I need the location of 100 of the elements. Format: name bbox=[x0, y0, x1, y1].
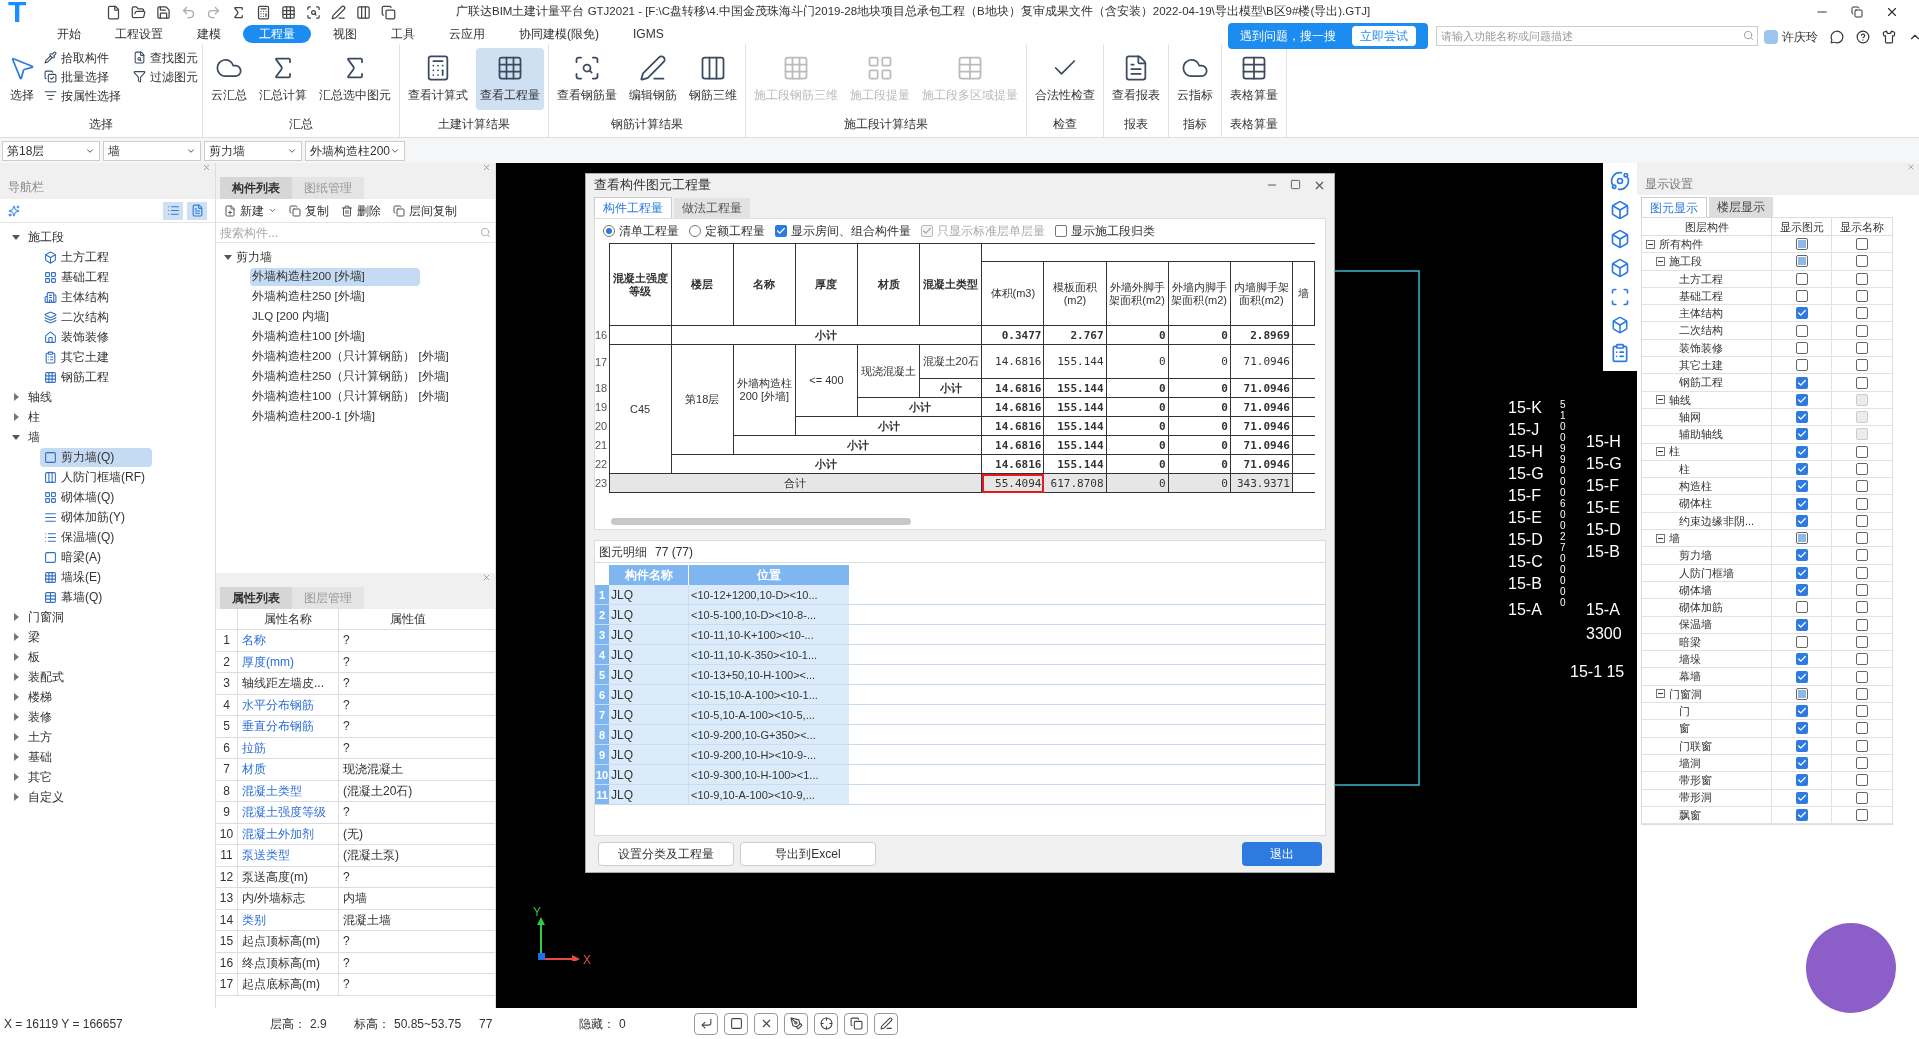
menu-tab[interactable]: 工具 bbox=[379, 25, 427, 43]
checkbox[interactable] bbox=[1795, 428, 1808, 441]
collapse-toggle[interactable] bbox=[1646, 239, 1655, 249]
checkbox[interactable] bbox=[1856, 687, 1868, 700]
component-item[interactable]: 外墙构造柱200 [外墙] bbox=[250, 268, 420, 286]
checkbox[interactable] bbox=[1795, 376, 1808, 389]
ribbon-button[interactable]: 过滤图元 bbox=[133, 67, 198, 86]
user-name[interactable]: 许庆玲 bbox=[1782, 28, 1818, 46]
dialog-tab[interactable]: 构件工程量 bbox=[594, 197, 672, 218]
checkbox[interactable] bbox=[1856, 722, 1868, 735]
property-value[interactable]: 现浇混凝土 bbox=[339, 759, 477, 780]
checkbox[interactable] bbox=[1795, 670, 1808, 683]
menu-tab[interactable]: 视图 bbox=[321, 25, 369, 43]
collapse-toggle[interactable] bbox=[1656, 533, 1665, 543]
property-value[interactable]: ? bbox=[339, 651, 477, 672]
collapse-toggle[interactable] bbox=[1656, 256, 1665, 266]
checkbox[interactable] bbox=[1795, 653, 1808, 666]
tree-item[interactable]: 暗梁(A) bbox=[40, 547, 152, 567]
dialog-button[interactable]: 退出 bbox=[1242, 842, 1322, 866]
checkbox[interactable] bbox=[1795, 393, 1808, 406]
message-icon[interactable] bbox=[1830, 30, 1844, 44]
snap-button[interactable] bbox=[814, 1012, 838, 1035]
dialog-button[interactable]: 设置分类及工程量 bbox=[598, 842, 734, 866]
menu-tab[interactable]: 工程设置 bbox=[103, 25, 175, 43]
checkbox[interactable] bbox=[1856, 480, 1868, 493]
property-value[interactable]: ? bbox=[339, 673, 477, 694]
checkbox[interactable] bbox=[1856, 635, 1868, 648]
collapse-toggle[interactable] bbox=[1656, 395, 1665, 405]
checkbox[interactable] bbox=[1795, 445, 1808, 458]
checkbox[interactable] bbox=[1856, 774, 1868, 787]
toolbar-button[interactable]: 复制 bbox=[289, 201, 329, 220]
checkbox[interactable] bbox=[1856, 463, 1868, 475]
caret-icon[interactable] bbox=[12, 713, 20, 721]
tree-item[interactable]: 土方 bbox=[28, 728, 52, 746]
ribbon-button[interactable]: 云汇总 bbox=[207, 48, 251, 110]
checkbox[interactable] bbox=[1795, 324, 1808, 337]
snap-button[interactable] bbox=[844, 1012, 868, 1035]
sparkle-icon[interactable] bbox=[8, 204, 20, 217]
ribbon-button[interactable]: 汇总选中图元 bbox=[315, 48, 395, 110]
menu-tab[interactable]: 协同建模(限免) bbox=[507, 25, 611, 43]
caret-icon[interactable] bbox=[12, 653, 20, 661]
component-item[interactable]: 外墙构造柱100（只计算钢筋） [外墙] bbox=[250, 388, 451, 406]
caret-icon[interactable] bbox=[12, 693, 20, 701]
tree-item[interactable]: 自定义 bbox=[28, 788, 64, 806]
property-value[interactable]: ? bbox=[339, 952, 477, 973]
component-item[interactable]: 外墙构造柱250（只计算钢筋） [外墙] bbox=[250, 368, 451, 386]
property-value[interactable]: (混凝土泵) bbox=[339, 845, 477, 866]
checkbox[interactable] bbox=[1795, 774, 1808, 787]
ribbon-button[interactable]: 表格算量 bbox=[1226, 48, 1282, 110]
component-item[interactable]: 外墙构造柱200-1 [外墙] bbox=[250, 408, 377, 426]
selector-dropdown[interactable]: 第18层 bbox=[2, 140, 100, 161]
caret-icon[interactable] bbox=[12, 413, 20, 421]
tree-item[interactable]: 其它土建 bbox=[40, 347, 152, 367]
checkbox[interactable] bbox=[1795, 480, 1808, 493]
checkbox[interactable] bbox=[1856, 376, 1868, 389]
radio-button[interactable] bbox=[603, 225, 615, 237]
checkbox[interactable] bbox=[1856, 359, 1868, 372]
checkbox[interactable] bbox=[1795, 618, 1808, 631]
checkbox[interactable] bbox=[1795, 272, 1808, 285]
restore-icon[interactable] bbox=[1851, 6, 1863, 18]
property-value[interactable]: ? bbox=[339, 866, 477, 887]
snap-button[interactable] bbox=[724, 1012, 748, 1035]
tree-item[interactable]: 人防门框墙(RF) bbox=[40, 467, 152, 487]
caret-icon[interactable] bbox=[12, 793, 20, 801]
menu-tab[interactable]: IGMS bbox=[621, 25, 676, 43]
detail-view-button[interactable] bbox=[187, 201, 207, 220]
checkbox[interactable] bbox=[1795, 757, 1808, 770]
help-search-field[interactable]: 请输入功能名称或问题描述 bbox=[1436, 26, 1758, 46]
tree-item[interactable]: 楼梯 bbox=[28, 688, 52, 706]
maximize-icon[interactable] bbox=[1290, 178, 1301, 190]
folder-icon[interactable] bbox=[131, 4, 146, 20]
checkbox[interactable] bbox=[1856, 341, 1868, 354]
checkbox[interactable] bbox=[1856, 307, 1868, 320]
component-item[interactable]: 外墙构造柱250 [外墙] bbox=[250, 288, 367, 306]
checkbox[interactable] bbox=[1856, 601, 1868, 614]
property-value[interactable]: 混凝土墙 bbox=[339, 909, 477, 930]
orbit-icon[interactable] bbox=[1610, 171, 1630, 191]
checkbox[interactable] bbox=[1856, 705, 1868, 718]
checkbox[interactable] bbox=[775, 225, 787, 237]
selector-dropdown[interactable]: 外墙构造柱200 bbox=[305, 140, 405, 161]
checkbox[interactable] bbox=[1055, 225, 1067, 237]
dialog-tab[interactable]: 做法工程量 bbox=[674, 198, 750, 218]
menu-tab[interactable]: 云应用 bbox=[437, 25, 497, 43]
checkbox[interactable] bbox=[1856, 653, 1868, 666]
checkbox[interactable] bbox=[1856, 739, 1868, 752]
tree-item[interactable]: 其它 bbox=[28, 768, 52, 786]
property-value[interactable]: 内墙 bbox=[339, 888, 477, 909]
property-value[interactable]: ? bbox=[339, 716, 477, 737]
panel-tab[interactable]: 构件列表 bbox=[220, 177, 292, 199]
checkbox[interactable] bbox=[1856, 808, 1868, 821]
ribbon-button[interactable]: 查看报表 bbox=[1108, 48, 1164, 110]
tree-item[interactable]: 装配式 bbox=[28, 668, 64, 686]
toolbar-button[interactable]: 层间复制 bbox=[393, 201, 457, 220]
panel-tab[interactable]: 属性列表 bbox=[220, 587, 292, 609]
menu-tab[interactable]: 开始 bbox=[45, 25, 93, 43]
property-value[interactable]: (混凝土20石) bbox=[339, 780, 477, 801]
radio-button[interactable] bbox=[689, 225, 701, 237]
checkbox[interactable] bbox=[1795, 705, 1808, 718]
tree-item[interactable]: 土方工程 bbox=[40, 247, 152, 267]
list-view-button[interactable] bbox=[163, 201, 183, 220]
